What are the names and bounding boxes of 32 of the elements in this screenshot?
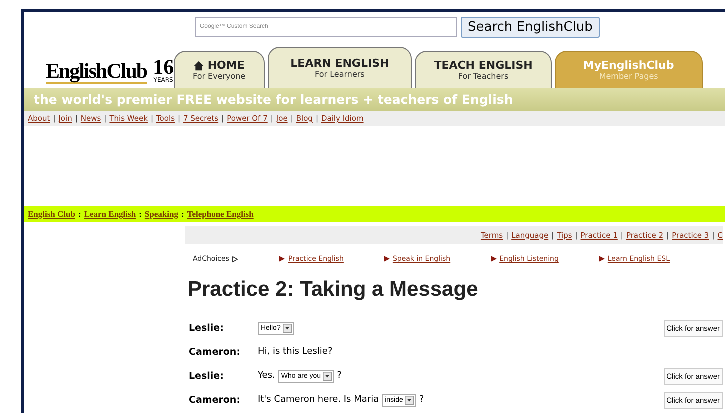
breadcrumb-separator: : (139, 209, 142, 219)
dialogue-text: It's Cameron here. Is Maria (258, 395, 380, 405)
triangle-icon (384, 256, 390, 262)
search-button[interactable]: Search EnglishClub (461, 17, 600, 38)
breadcrumb-link[interactable]: Learn English (84, 209, 136, 219)
years-number: 16 (153, 57, 174, 78)
site-logo[interactable]: EnglishClub (46, 61, 148, 84)
breadcrumb-link[interactable]: Telephone English (187, 209, 254, 219)
tagline-banner: the world's premier FREE website for learners + teachers of English (24, 88, 725, 111)
caret-icon (405, 396, 414, 404)
caret-icon (282, 324, 292, 332)
dialogue-text: ? (419, 395, 424, 405)
breadcrumb-link[interactable]: Speaking (144, 209, 178, 219)
triangle-icon (279, 256, 286, 262)
speaker-name: Leslie: (189, 322, 225, 334)
dialogue-text: Yes. (258, 371, 276, 381)
breadcrumb-separator: : (181, 209, 184, 219)
caret-icon (323, 372, 332, 380)
dialogue-text: ? (337, 371, 342, 381)
page-heading: Practice 2: Taking a Message (188, 278, 480, 302)
nav-tab[interactable]: TEACH ENGLISH For Teachers (415, 51, 552, 88)
adchoices-icon[interactable] (232, 256, 240, 262)
breadcrumb-link[interactable]: English Club (28, 209, 76, 219)
speaker-name: Cameron: (189, 394, 242, 406)
speaker-name: Cameron: (189, 346, 242, 358)
speaker-name: Leslie: (189, 370, 225, 382)
triangle-icon (598, 256, 605, 262)
nav-tab[interactable]: LEARN ENGLISH For Learners (268, 47, 412, 88)
triangle-icon (490, 256, 497, 262)
breadcrumb-separator: : (78, 209, 82, 219)
nav-tab[interactable]: HOME For Everyone (174, 51, 265, 88)
dialogue-text: Hi, is this Leslie? (258, 347, 333, 357)
